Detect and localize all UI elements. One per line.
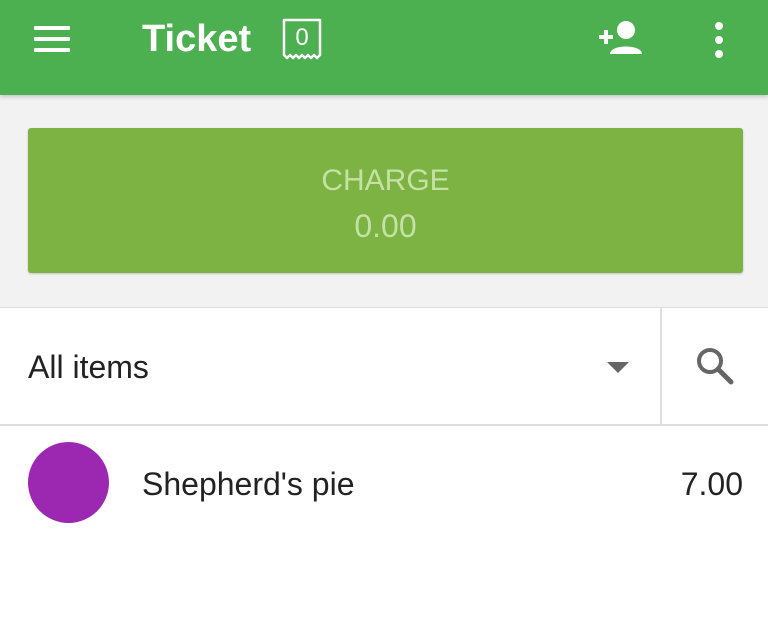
list-item[interactable]: Shepherd's pie 7.00: [0, 426, 768, 542]
charge-button[interactable]: CHARGE 0.00: [28, 128, 743, 273]
charge-label: CHARGE: [321, 164, 450, 197]
add-customer-icon[interactable]: [596, 18, 648, 60]
app-bar: Ticket 0: [0, 0, 768, 95]
item-color-swatch: [28, 442, 109, 523]
menu-icon[interactable]: [34, 26, 72, 54]
search-button[interactable]: [662, 308, 768, 424]
more-vert-icon[interactable]: [706, 20, 732, 60]
page-title: Ticket: [142, 18, 252, 60]
item-price: 7.00: [680, 466, 743, 502]
ticket-item-count: 0: [295, 24, 309, 51]
filter-bar: All items: [0, 308, 768, 426]
ticket-count-badge[interactable]: 0: [281, 17, 323, 61]
category-dropdown-label: All items: [28, 349, 149, 385]
item-name: Shepherd's pie: [142, 466, 355, 502]
charge-area: CHARGE 0.00: [0, 95, 768, 308]
search-icon: [697, 348, 734, 385]
category-dropdown[interactable]: All items: [0, 308, 660, 424]
dropdown-arrow-icon: [607, 362, 629, 373]
charge-amount: 0.00: [354, 208, 417, 244]
